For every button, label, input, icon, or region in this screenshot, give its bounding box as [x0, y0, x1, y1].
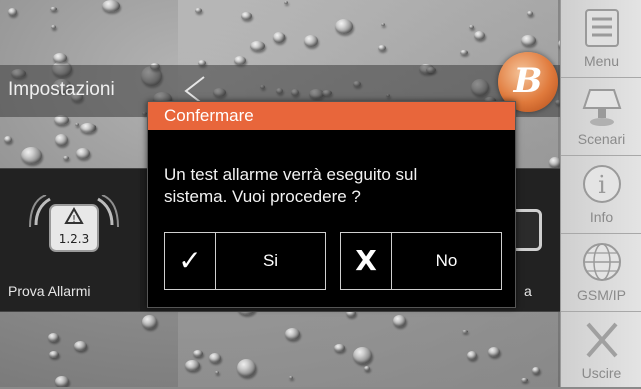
water-drop [50, 7, 57, 11]
water-drop [304, 35, 318, 47]
water-drop [284, 1, 288, 4]
side-menu-label-uscire: Uscire [581, 365, 622, 381]
side-menu-label-menu: Menu [583, 53, 620, 69]
water-drop [474, 31, 485, 40]
dialog-message: Un test allarme verrà eseguito sul siste… [164, 165, 418, 206]
water-drop [381, 23, 385, 26]
cross-icon: X [355, 244, 377, 277]
water-drop [49, 351, 59, 358]
water-drop [378, 45, 386, 51]
alarm-test-tile[interactable]: ! 1.2.3 Prova Allarmi [0, 169, 140, 311]
confirm-dialog: Confermare Un test allarme verrà eseguit… [147, 101, 516, 308]
water-drop [488, 347, 500, 357]
water-drop [335, 19, 353, 34]
water-drop [63, 156, 69, 160]
svg-text:i: i [598, 171, 606, 199]
water-drop [4, 136, 12, 143]
side-menu-item-info[interactable]: i Info [561, 156, 641, 234]
water-drop [462, 330, 468, 333]
side-menu: Menu Scenari i Info GSM/IP Uscire [560, 0, 641, 387]
scenes-icon [582, 89, 622, 126]
water-drop [334, 344, 345, 352]
water-drop [51, 25, 56, 29]
water-drop [467, 351, 477, 360]
side-menu-label-scenari: Scenari [577, 131, 626, 147]
side-menu-label-gsm-ip: GSM/IP [576, 287, 626, 303]
water-drop [234, 56, 246, 65]
water-drop [74, 341, 87, 351]
water-drop [193, 350, 203, 357]
water-drop [48, 333, 59, 342]
water-drop [521, 35, 536, 46]
no-button[interactable]: X No [340, 232, 502, 290]
device-tile-label: a [524, 283, 532, 299]
water-drop [55, 376, 69, 387]
alarm-test-icon: ! 1.2.3 [29, 195, 119, 252]
water-drop [273, 32, 285, 43]
menu-icon [585, 9, 619, 47]
side-menu-item-uscire[interactable]: Uscire [561, 312, 641, 389]
water-drop [142, 315, 157, 329]
side-menu-item-menu[interactable]: Menu [561, 0, 641, 78]
water-drop [521, 378, 528, 382]
water-drop [215, 371, 219, 374]
water-drop [8, 8, 17, 16]
yes-button[interactable]: ✓ Si [164, 232, 326, 290]
exit-icon [586, 322, 618, 358]
water-drop [353, 347, 372, 364]
info-icon: i [583, 165, 621, 203]
no-button-label: No [435, 251, 458, 270]
water-drop [21, 147, 42, 164]
water-drop [195, 8, 202, 13]
svg-text:!: ! [72, 214, 76, 225]
water-drop [393, 315, 406, 327]
dialog-title-bar: Confermare [148, 102, 515, 130]
water-drop [76, 148, 90, 159]
water-drop [209, 353, 221, 363]
water-drop [53, 53, 67, 63]
brand-logo-letter: B [513, 61, 543, 101]
water-drop [364, 366, 370, 371]
side-menu-label-info: Info [589, 209, 614, 225]
water-drop [80, 123, 96, 133]
water-drop [460, 50, 468, 55]
yes-button-label: Si [262, 251, 279, 270]
water-drop [250, 41, 265, 51]
water-drop [532, 367, 540, 374]
water-drop [289, 376, 293, 379]
water-drop [102, 0, 120, 12]
alarm-icon-text: 1.2.3 [59, 232, 90, 246]
page-title: Impostazioni [8, 79, 115, 100]
checkmark-icon: ✓ [178, 244, 202, 277]
water-drop [285, 328, 300, 340]
water-drop [185, 360, 200, 371]
side-menu-item-scenari[interactable]: Scenari [561, 78, 641, 156]
water-drop [241, 12, 252, 20]
side-menu-item-gsm-ip[interactable]: GSM/IP [561, 234, 641, 312]
water-drop [75, 123, 79, 126]
alarm-test-label: Prova Allarmi [8, 283, 91, 299]
water-drop [469, 25, 474, 29]
water-drop [55, 134, 68, 146]
water-drop [237, 359, 256, 377]
globe-icon [583, 243, 621, 281]
water-drop [527, 11, 533, 16]
dialog-title: Confermare [164, 106, 254, 125]
